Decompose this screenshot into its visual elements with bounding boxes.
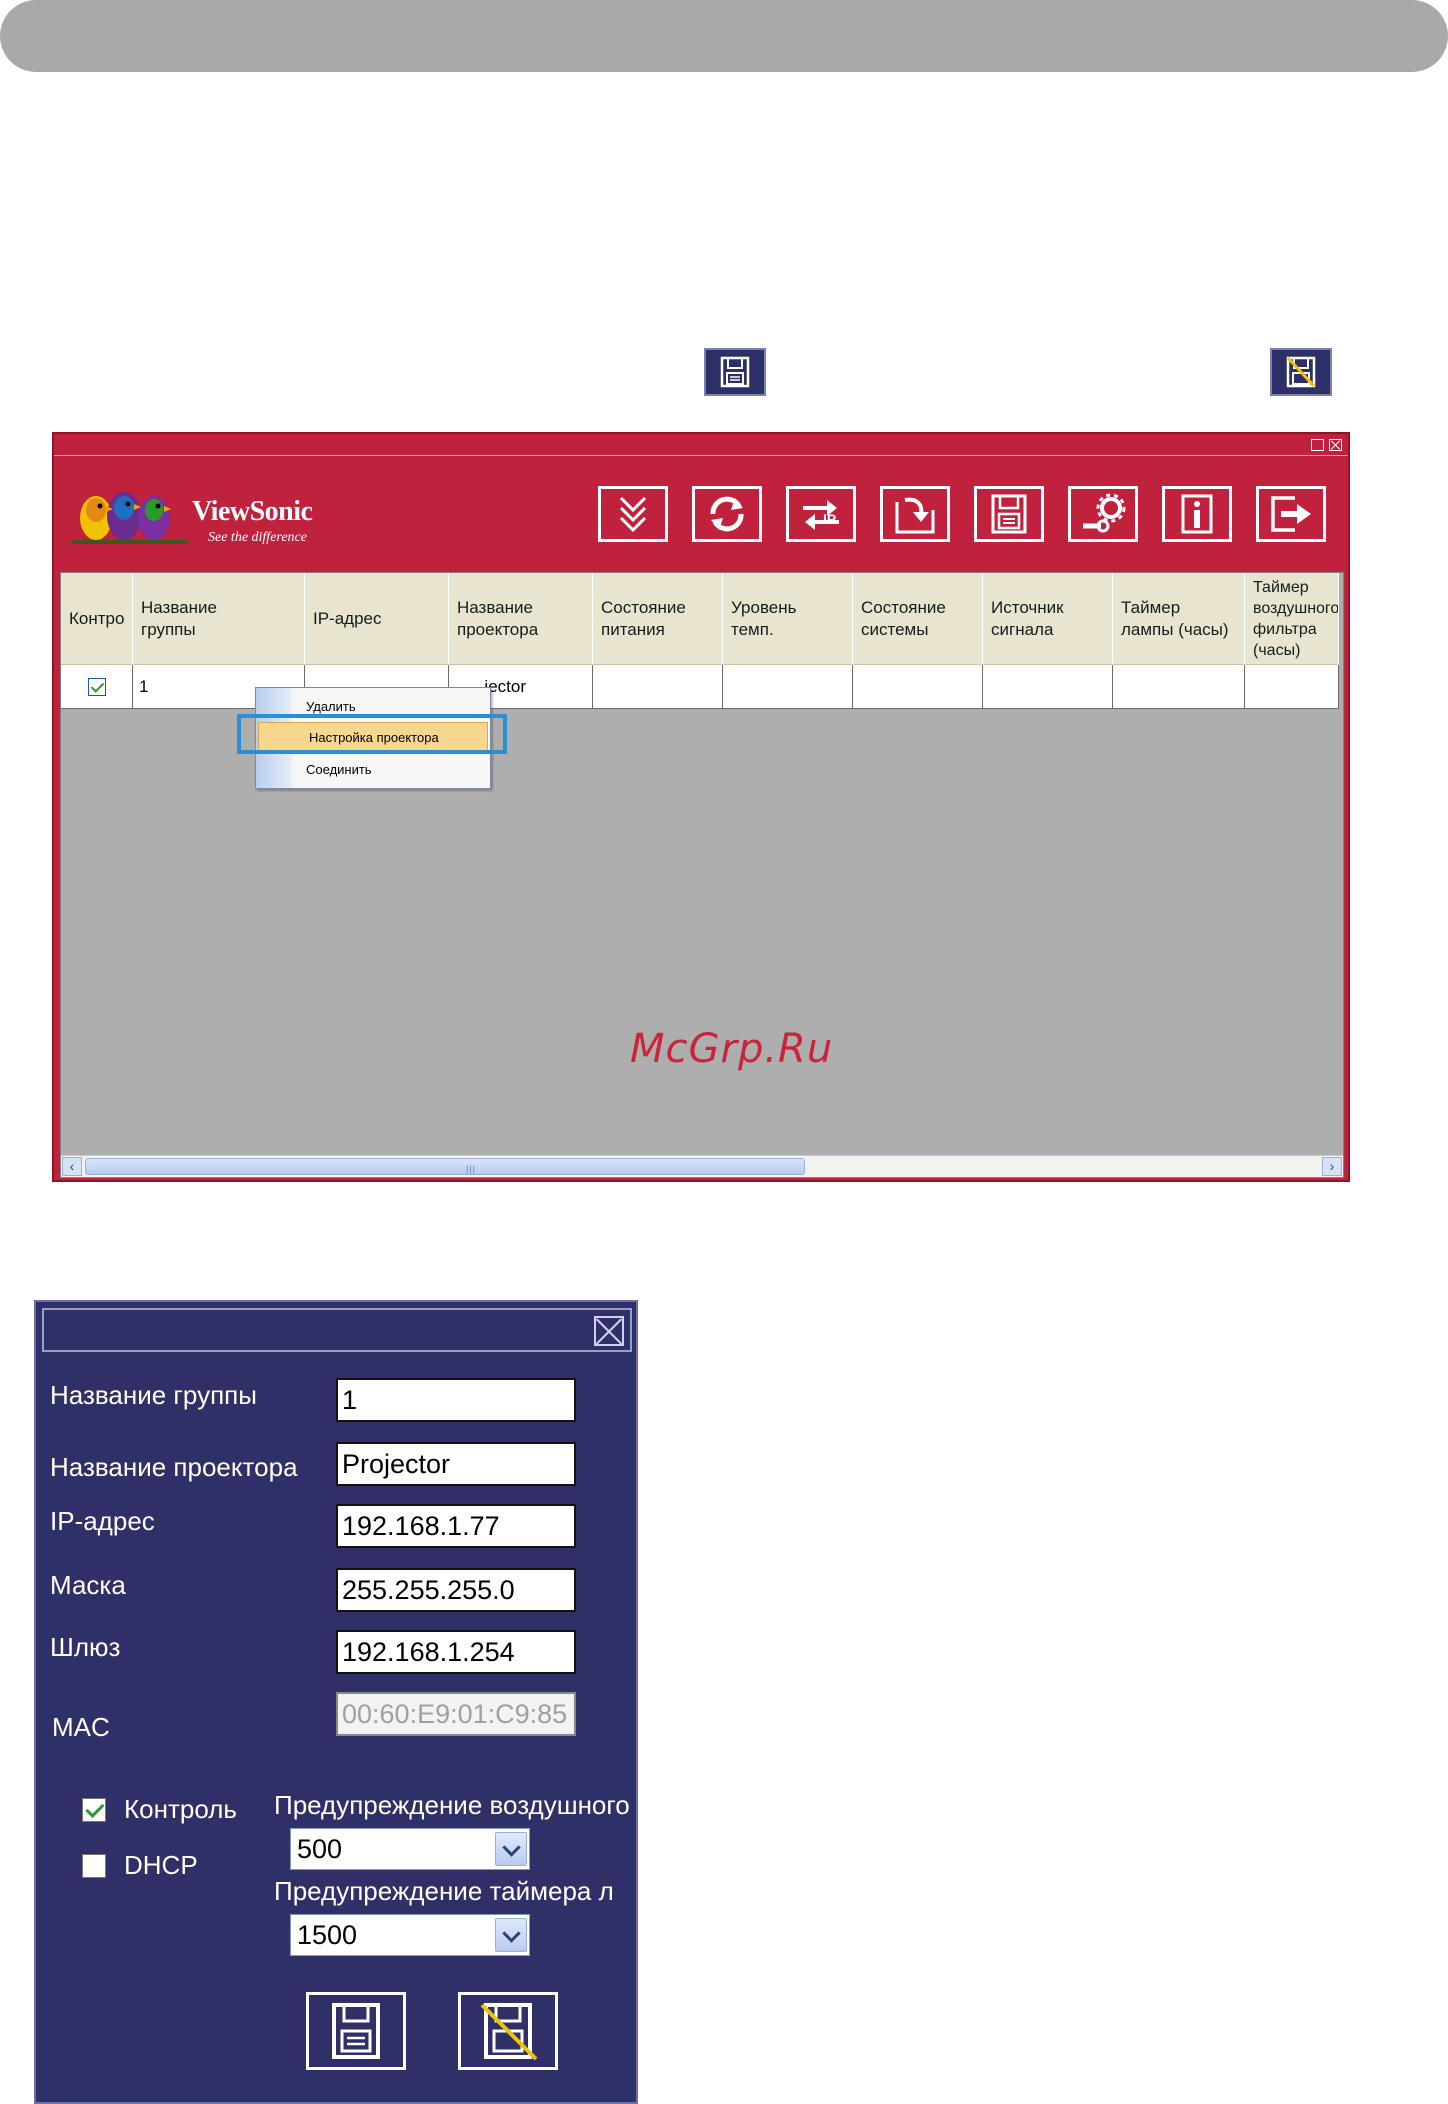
- floppy-save-icon: [332, 2003, 380, 2059]
- column-header-temp[interactable]: Уровень темп.: [723, 573, 853, 665]
- column-header-control[interactable]: Контро: [61, 573, 133, 665]
- page-header-band: [0, 0, 1448, 72]
- gateway-label: Шлюз: [50, 1632, 121, 1662]
- row-source-cell[interactable]: [983, 665, 1113, 709]
- exit-button[interactable]: [1256, 486, 1326, 542]
- dhcp-checkbox[interactable]: [82, 1854, 106, 1878]
- column-header-power[interactable]: Состояние питания: [593, 573, 723, 665]
- viewsonic-logo: ViewSonic See the difference: [68, 476, 368, 556]
- close-icon[interactable]: [1329, 439, 1342, 451]
- settings-button[interactable]: [1068, 486, 1138, 542]
- svg-text:IP: IP: [823, 511, 836, 527]
- save-icon: [991, 494, 1027, 534]
- mac-label: MAC: [52, 1712, 110, 1742]
- save-toolbar-button[interactable]: [974, 486, 1044, 542]
- cancel-button[interactable]: [458, 1992, 558, 2070]
- projector-table: Контро Название группы IP-адрес Название…: [60, 572, 1344, 1178]
- save-icon: [704, 348, 766, 396]
- column-header-system[interactable]: Состояние системы: [853, 573, 983, 665]
- row-control-checkbox[interactable]: [87, 677, 106, 696]
- context-menu-connect[interactable]: Соединить: [256, 754, 490, 784]
- column-header-group[interactable]: Название группы: [133, 573, 305, 665]
- info-button[interactable]: [1162, 486, 1232, 542]
- ip-label: IP-адрес: [50, 1506, 155, 1536]
- horizontal-scrollbar[interactable]: ‹ ||| ›: [61, 1155, 1343, 1177]
- scroll-right-icon[interactable]: ›: [1322, 1157, 1342, 1176]
- refresh-icon: [710, 496, 744, 532]
- highlight-outline: [237, 714, 507, 754]
- ip-exchange-icon: IP: [803, 500, 839, 530]
- double-chevron-down-icon: [619, 496, 647, 533]
- control-label: Контроль: [124, 1794, 237, 1824]
- row-control-cell[interactable]: [61, 665, 133, 709]
- group-field[interactable]: 1: [336, 1378, 576, 1422]
- row-lamp-cell[interactable]: [1113, 665, 1245, 709]
- maximize-icon[interactable]: [1311, 439, 1324, 451]
- mask-field[interactable]: 255.255.255.0: [336, 1568, 576, 1612]
- info-icon: [1181, 494, 1213, 534]
- dialog-titlebar: [42, 1308, 632, 1352]
- brand-name: ViewSonic: [192, 496, 313, 527]
- import-icon: [895, 497, 935, 534]
- column-header-projector[interactable]: Название проектора: [449, 573, 593, 665]
- table-header: Контро Название группы IP-адрес Название…: [61, 573, 1339, 665]
- control-checkbox[interactable]: [82, 1798, 106, 1822]
- cancel-save-icon: [1270, 348, 1332, 396]
- group-label: Название группы: [50, 1380, 257, 1410]
- lamp-warning-label: Предупреждение таймера л: [274, 1876, 614, 1906]
- row-temp-cell[interactable]: [723, 665, 853, 709]
- floppy-cancel-icon: [480, 2003, 538, 2061]
- lamp-warning-select[interactable]: 1500: [290, 1914, 530, 1956]
- wrench-settings-icon: [1083, 493, 1126, 533]
- watermark: McGrp.Ru: [630, 1026, 834, 1072]
- exit-icon: [1271, 496, 1311, 532]
- gateway-field[interactable]: 192.168.1.254: [336, 1630, 576, 1674]
- brand-tagline: See the difference: [208, 530, 307, 545]
- projector-label: Название проектора: [50, 1452, 298, 1482]
- table-row[interactable]: 1 jector: [61, 665, 1339, 709]
- projector-field[interactable]: Projector: [336, 1442, 576, 1486]
- lamp-warning-value: 1500: [297, 1920, 358, 1950]
- mac-field: 00:60:E9:01:C9:85: [336, 1692, 576, 1736]
- birds-logo-icon: [72, 492, 188, 544]
- scrollbar-thumb[interactable]: |||: [85, 1158, 805, 1175]
- scroll-left-icon[interactable]: ‹: [62, 1157, 82, 1176]
- expand-all-button[interactable]: [598, 486, 668, 542]
- window-titlebar: [54, 434, 1348, 456]
- refresh-button[interactable]: [692, 486, 762, 542]
- filter-warning-value: 500: [297, 1834, 343, 1864]
- column-header-filter-timer[interactable]: Таймер воздушного фильтра (часы): [1245, 573, 1339, 665]
- mask-label: Маска: [50, 1570, 126, 1600]
- row-power-cell[interactable]: [593, 665, 723, 709]
- close-icon[interactable]: [594, 1316, 624, 1346]
- column-header-ip[interactable]: IP-адрес: [305, 573, 449, 665]
- import-button[interactable]: [880, 486, 950, 542]
- dhcp-label: DHCP: [124, 1850, 198, 1880]
- chevron-down-icon[interactable]: [495, 1832, 527, 1866]
- projector-settings-dialog: Название группы 1 Название проектора Pro…: [34, 1300, 638, 2104]
- chevron-down-icon[interactable]: [495, 1918, 527, 1952]
- column-header-lamp-timer[interactable]: Таймер лампы (часы): [1113, 573, 1245, 665]
- row-system-cell[interactable]: [853, 665, 983, 709]
- filter-warning-select[interactable]: 500: [290, 1828, 530, 1870]
- scrollbar-grip-icon: |||: [466, 1164, 477, 1174]
- filter-warning-label: Предупреждение воздушного: [274, 1790, 630, 1820]
- row-filter-cell[interactable]: [1245, 665, 1339, 709]
- ip-search-button[interactable]: IP: [786, 486, 856, 542]
- ip-field[interactable]: 192.168.1.77: [336, 1504, 576, 1548]
- column-header-source[interactable]: Источник сигнала: [983, 573, 1113, 665]
- save-button[interactable]: [306, 1992, 406, 2070]
